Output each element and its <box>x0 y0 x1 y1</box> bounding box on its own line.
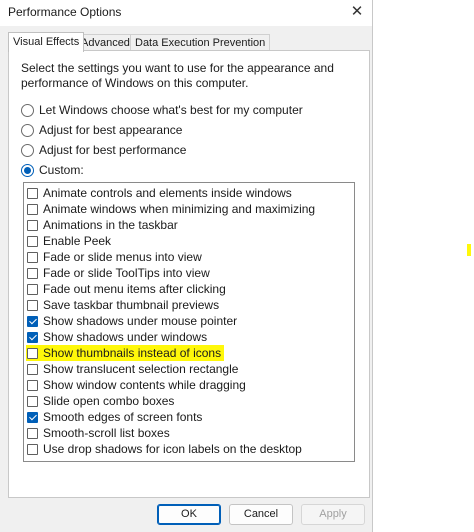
visual-effects-list[interactable]: Animate controls and elements inside win… <box>23 182 355 462</box>
checkbox[interactable] <box>27 251 38 263</box>
radio-button[interactable] <box>21 163 34 177</box>
tab-visual-effects[interactable]: Visual Effects <box>8 32 85 52</box>
cancel-button[interactable]: Cancel <box>229 504 293 525</box>
checkbox-label: Show translucent selection rectangle <box>43 362 239 376</box>
checkbox-label: Enable Peek <box>43 234 112 248</box>
list-item[interactable]: Show window contents while dragging <box>27 377 249 393</box>
checkbox-label: Show shadows under windows <box>43 330 208 344</box>
checkbox-label: Animate controls and elements inside win… <box>43 186 292 200</box>
ok-button[interactable]: OK <box>157 504 221 525</box>
radio-label: Adjust for best appearance <box>39 123 183 137</box>
checkbox[interactable] <box>27 363 38 375</box>
performance-options-window: Performance Options ✕ Visual Effects Adv… <box>0 0 373 532</box>
close-icon[interactable]: ✕ <box>344 2 370 22</box>
checkbox[interactable] <box>27 235 38 247</box>
checkbox-label: Use drop shadows for icon labels on the … <box>43 442 302 456</box>
checkbox-label: Fade out menu items after clicking <box>43 282 226 296</box>
radio-button[interactable] <box>21 123 34 137</box>
radio-button[interactable] <box>21 103 34 117</box>
checkbox[interactable] <box>27 187 38 199</box>
checkbox[interactable] <box>27 267 38 279</box>
checkbox-label: Show shadows under mouse pointer <box>43 314 238 328</box>
checkbox[interactable] <box>27 379 38 391</box>
checkbox[interactable] <box>27 443 38 455</box>
tab-advanced[interactable]: Advanced <box>76 34 135 51</box>
list-item[interactable]: Show shadows under windows <box>27 329 210 345</box>
tab-data-execution-prevention[interactable]: Data Execution Prevention <box>130 34 271 51</box>
radio-best-performance[interactable]: Adjust for best performance <box>21 142 186 158</box>
list-item[interactable]: Fade or slide menus into view <box>27 249 205 265</box>
checkbox-label: Animations in the taskbar <box>43 218 178 232</box>
checkbox[interactable] <box>27 331 38 343</box>
checkbox[interactable] <box>27 283 38 295</box>
list-item[interactable]: Show translucent selection rectangle <box>27 361 241 377</box>
title-bar: Performance Options ✕ <box>0 0 372 26</box>
radio-best-appearance[interactable]: Adjust for best appearance <box>21 122 182 138</box>
checkbox[interactable] <box>27 315 38 327</box>
checkbox[interactable] <box>27 347 38 359</box>
list-item[interactable]: Save taskbar thumbnail previews <box>27 297 222 313</box>
highlight-mark <box>467 244 471 256</box>
list-item[interactable]: Smooth edges of screen fonts <box>27 409 205 425</box>
checkbox-label: Show thumbnails instead of icons <box>43 346 222 360</box>
checkbox-label: Save taskbar thumbnail previews <box>43 298 220 312</box>
radio-label: Adjust for best performance <box>39 143 187 157</box>
checkbox[interactable] <box>27 427 38 439</box>
checkbox-label: Fade or slide ToolTips into view <box>43 266 210 280</box>
checkbox-label: Fade or slide menus into view <box>43 250 202 264</box>
checkbox[interactable] <box>27 203 38 215</box>
checkbox-label: Slide open combo boxes <box>43 394 175 408</box>
list-item[interactable]: Smooth-scroll list boxes <box>27 425 173 441</box>
checkbox-label: Animate windows when minimizing and maxi… <box>43 202 316 216</box>
radio-label: Let Windows choose what's best for my co… <box>39 103 303 117</box>
checkbox-label: Show window contents while dragging <box>43 378 246 392</box>
intro-text: Select the settings you want to use for … <box>21 61 334 90</box>
checkbox[interactable] <box>27 395 38 407</box>
list-item[interactable]: Animate controls and elements inside win… <box>27 185 295 201</box>
list-item[interactable]: Enable Peek <box>27 233 114 249</box>
checkbox[interactable] <box>27 299 38 311</box>
radio-button[interactable] <box>21 143 34 157</box>
window-title: Performance Options <box>8 5 122 19</box>
list-item[interactable]: Show shadows under mouse pointer <box>27 313 240 329</box>
list-item[interactable]: Animations in the taskbar <box>27 217 181 233</box>
list-item[interactable]: Fade or slide ToolTips into view <box>27 265 213 281</box>
radio-let-windows-choose[interactable]: Let Windows choose what's best for my co… <box>21 102 303 118</box>
list-item[interactable]: Animate windows when minimizing and maxi… <box>27 201 318 217</box>
radio-custom[interactable]: Custom: <box>21 162 84 178</box>
list-item[interactable]: Fade out menu items after clicking <box>27 281 229 297</box>
list-item-highlighted[interactable]: Show thumbnails instead of icons <box>26 345 225 361</box>
apply-button[interactable]: Apply <box>301 504 365 525</box>
checkbox-label: Smooth edges of screen fonts <box>43 410 203 424</box>
checkbox[interactable] <box>27 219 38 231</box>
checkbox-label: Smooth-scroll list boxes <box>43 426 170 440</box>
list-item[interactable]: Slide open combo boxes <box>27 393 177 409</box>
radio-label: Custom: <box>39 163 84 177</box>
list-item[interactable]: Use drop shadows for icon labels on the … <box>27 441 305 457</box>
checkbox[interactable] <box>27 411 38 423</box>
